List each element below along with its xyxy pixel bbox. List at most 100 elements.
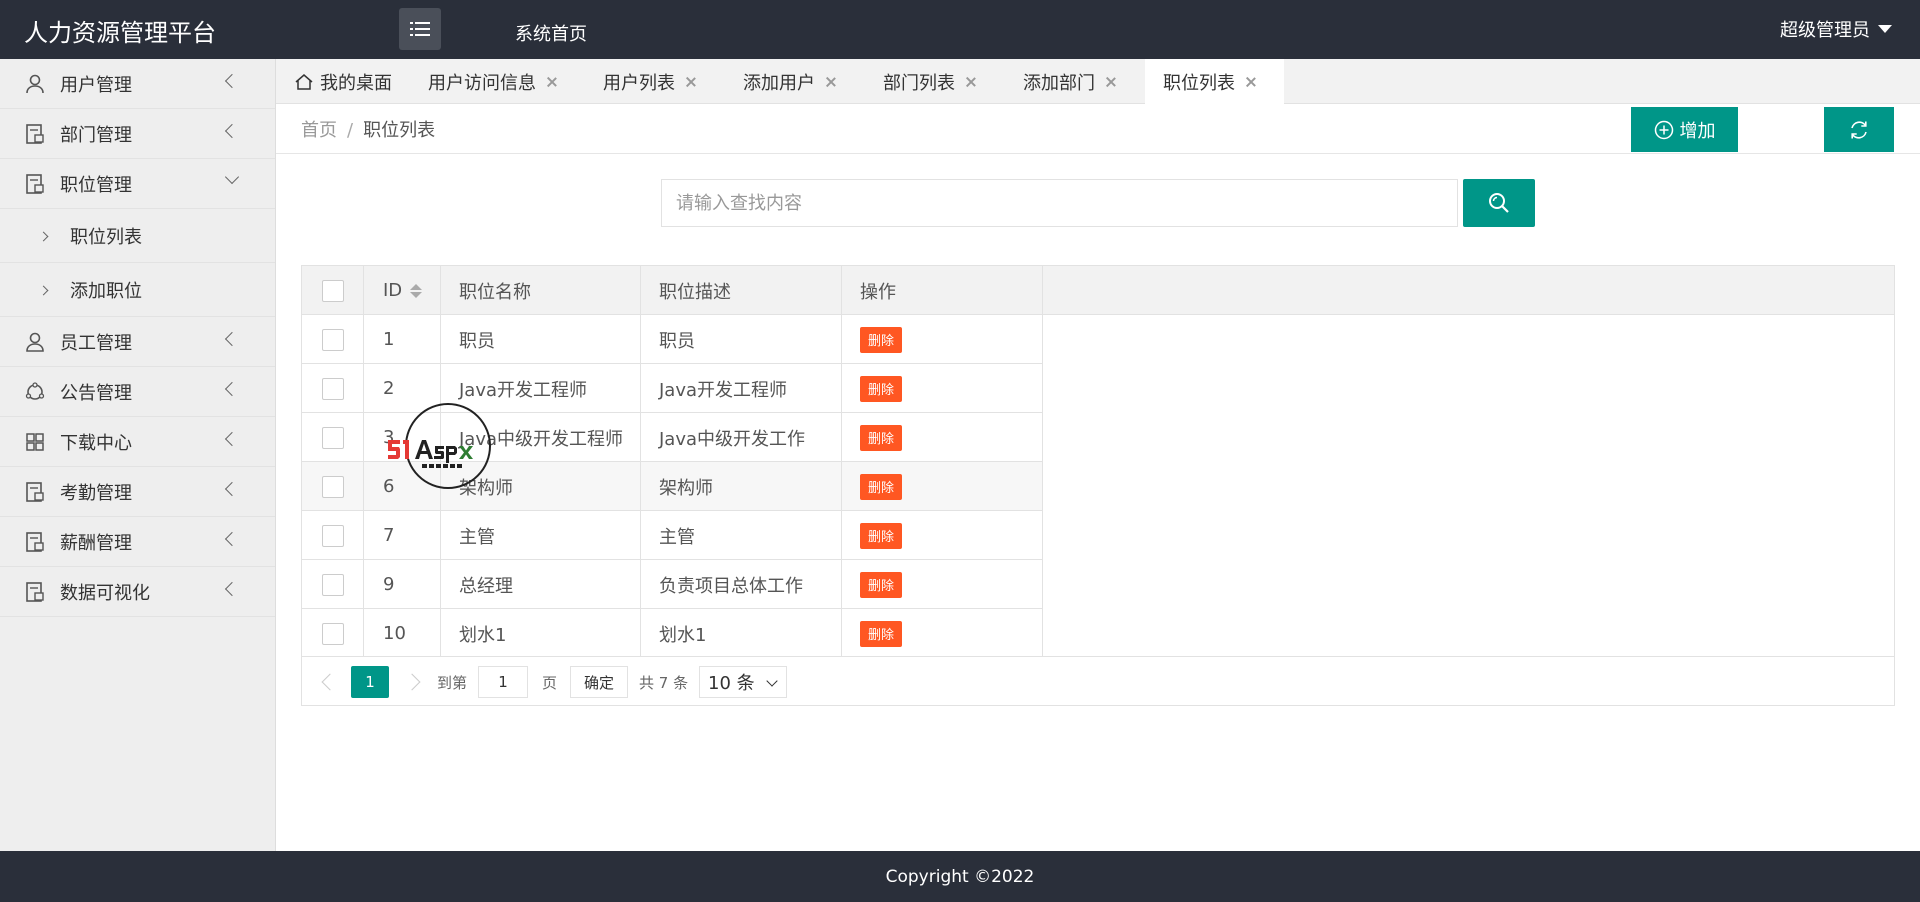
delete-button[interactable]: 删除 — [860, 473, 902, 500]
footer: Copyright ©2022 — [0, 851, 1920, 902]
chevron-left-icon — [224, 123, 240, 139]
sidebar-item-data-visualization[interactable]: 数据可视化 — [0, 567, 275, 617]
close-icon[interactable] — [1245, 76, 1257, 88]
copyright-text: Copyright ©2022 — [885, 866, 1035, 887]
sidebar-item-salary-management[interactable]: 薪酬管理 — [0, 517, 275, 567]
page-size-select[interactable]: 10 条 — [699, 666, 787, 698]
sidebar-item-attendance-management[interactable]: 考勤管理 — [0, 467, 275, 517]
sidebar-item-user-management[interactable]: 用户管理 — [0, 59, 275, 109]
sidebar-subitem-position-list[interactable]: 职位列表 — [0, 209, 275, 263]
table-row: 1 职员 职员 删除 — [302, 315, 1043, 364]
goto-label: 到第 — [437, 673, 468, 692]
action-cell: 删除 — [842, 511, 1043, 560]
column-header: ID — [383, 280, 403, 301]
goto-confirm-button[interactable]: 确定 — [570, 666, 628, 698]
tab-my-desktop[interactable]: 我的桌面 — [294, 59, 392, 104]
delete-button[interactable]: 删除 — [860, 424, 902, 451]
tab-add-department[interactable]: 添加部门 — [1023, 59, 1117, 104]
sidebar-item-label: 员工管理 — [60, 332, 132, 354]
sidebar: 用户管理 部门管理 职位管理 职位列表 添加职位 员工管理 公告管理 下载中心 … — [0, 59, 276, 851]
chevron-left-icon — [224, 581, 240, 597]
top-header: 人力资源管理平台 系统首页 超级管理员 — [0, 0, 1920, 59]
chevron-down-icon — [224, 169, 240, 185]
page-size-value: 10 条 — [708, 673, 755, 694]
table-row: 7 主管 主管 删除 — [302, 511, 1043, 560]
watermark-logo — [388, 403, 491, 489]
sort-icon[interactable] — [410, 283, 423, 299]
row-checkbox[interactable] — [321, 426, 344, 449]
breadcrumb: 首页 / 职位列表 — [301, 116, 435, 142]
grid-icon — [26, 432, 44, 451]
document-icon — [26, 123, 44, 144]
action-cell: 删除 — [842, 315, 1043, 364]
close-icon[interactable] — [825, 76, 837, 88]
sidebar-subitem-label: 添加职位 — [70, 280, 142, 302]
row-checkbox[interactable] — [321, 475, 344, 498]
tab-position-list[interactable]: 职位列表 — [1145, 59, 1284, 104]
chevron-down-icon — [766, 675, 778, 687]
delete-button[interactable]: 删除 — [860, 375, 902, 402]
sidebar-subitem-add-position[interactable]: 添加职位 — [0, 263, 275, 317]
desc-cell: Java中级开发工作 — [641, 413, 842, 462]
delete-button[interactable]: 删除 — [860, 326, 902, 353]
next-page-button[interactable] — [403, 666, 421, 698]
system-home-link[interactable]: 系统首页 — [515, 20, 587, 46]
name-cell: 划水1 — [441, 609, 641, 658]
id-cell: 7 — [364, 511, 441, 560]
header-id[interactable]: ID — [364, 266, 441, 315]
add-button[interactable]: 增加 — [1631, 107, 1738, 152]
column-header: 职位描述 — [659, 281, 731, 303]
delete-button[interactable]: 删除 — [860, 571, 902, 598]
close-icon[interactable] — [685, 76, 697, 88]
user-menu[interactable]: 超级管理员 — [1780, 16, 1892, 42]
user-icon — [26, 74, 44, 93]
search-button[interactable] — [1463, 179, 1535, 227]
sidebar-item-download-center[interactable]: 下载中心 — [0, 417, 275, 467]
desc-cell: 架构师 — [641, 462, 842, 511]
position-table: ID 职位名称 职位描述 操作 1 职员 职员 删除 2 Java开发工程师 J… — [301, 265, 1895, 706]
sidebar-item-employee-management[interactable]: 员工管理 — [0, 317, 275, 367]
sidebar-item-position-management[interactable]: 职位管理 — [0, 159, 275, 209]
page-unit-label: 页 — [542, 673, 558, 692]
menu-toggle-button[interactable] — [399, 8, 441, 50]
tab-department-list[interactable]: 部门列表 — [883, 59, 977, 104]
select-cell — [302, 511, 364, 560]
prev-page-button[interactable] — [321, 666, 339, 698]
chevron-left-icon — [321, 673, 339, 691]
add-button-label: 增加 — [1679, 120, 1716, 142]
refresh-button[interactable] — [1824, 107, 1894, 152]
goto-page-input[interactable]: 1 — [478, 666, 528, 698]
sidebar-item-department-management[interactable]: 部门管理 — [0, 109, 275, 159]
tab-label: 职位列表 — [1163, 72, 1235, 94]
user-name: 超级管理员 — [1780, 20, 1870, 41]
row-checkbox[interactable] — [321, 377, 344, 400]
row-checkbox[interactable] — [321, 524, 344, 547]
row-checkbox[interactable] — [321, 328, 344, 351]
sidebar-item-label: 下载中心 — [60, 432, 132, 454]
row-checkbox[interactable] — [321, 622, 344, 645]
delete-button[interactable]: 删除 — [860, 522, 902, 549]
tab-user-list[interactable]: 用户列表 — [603, 59, 697, 104]
desc-cell: 职员 — [641, 315, 842, 364]
search-input[interactable] — [661, 179, 1458, 227]
select-cell — [302, 413, 364, 462]
sidebar-item-label: 数据可视化 — [60, 582, 150, 604]
document-icon — [26, 531, 44, 552]
row-checkbox[interactable] — [321, 573, 344, 596]
close-icon[interactable] — [546, 76, 558, 88]
tab-add-user[interactable]: 添加用户 — [743, 59, 837, 104]
sidebar-item-notice-management[interactable]: 公告管理 — [0, 367, 275, 417]
breadcrumb-home[interactable]: 首页 — [301, 120, 337, 141]
pagination: 1 到第 1 页 确定 共 7 条 10 条 — [302, 656, 1894, 705]
close-icon[interactable] — [1105, 76, 1117, 88]
close-icon[interactable] — [965, 76, 977, 88]
sidebar-item-label: 考勤管理 — [60, 482, 132, 504]
chevron-left-icon — [224, 431, 240, 447]
tab-user-visit-info[interactable]: 用户访问信息 — [428, 59, 558, 104]
page-number-current[interactable]: 1 — [351, 666, 389, 698]
action-cell: 删除 — [842, 413, 1043, 462]
delete-button[interactable]: 删除 — [860, 620, 902, 647]
select-cell — [302, 364, 364, 413]
sidebar-item-label: 薪酬管理 — [60, 532, 132, 554]
select-all-checkbox[interactable] — [321, 279, 344, 302]
